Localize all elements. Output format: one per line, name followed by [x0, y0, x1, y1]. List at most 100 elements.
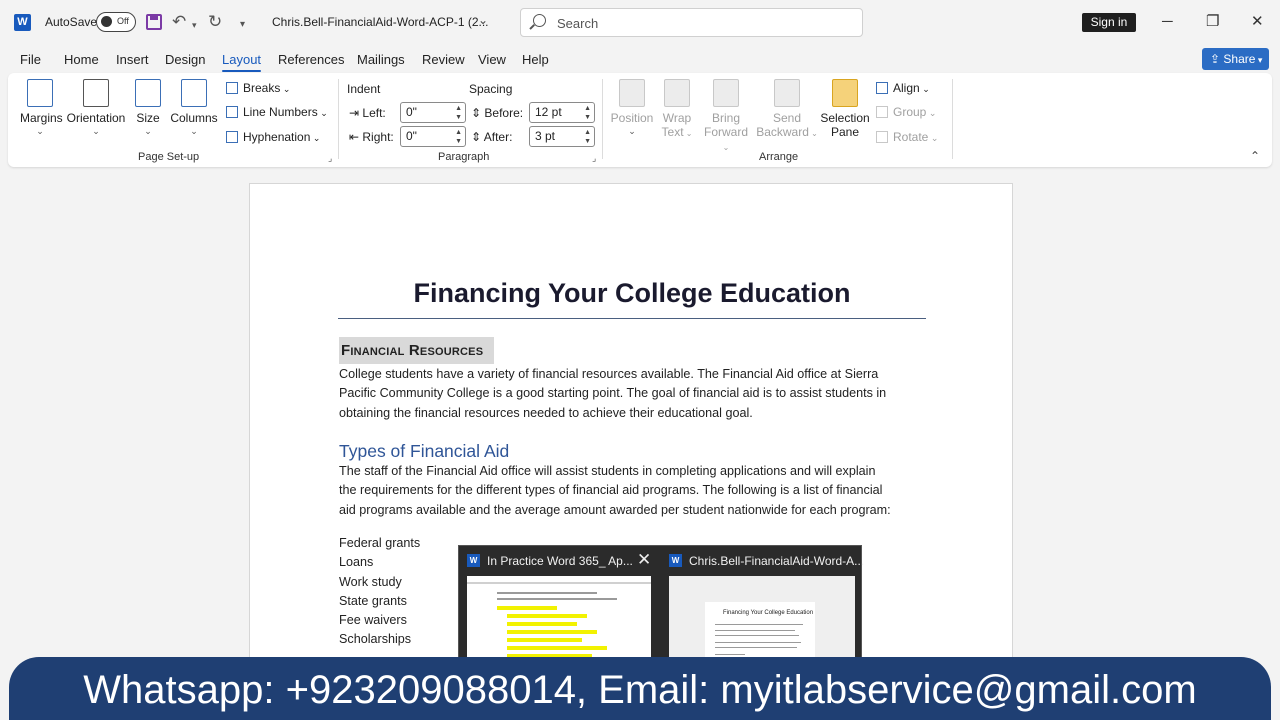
hyphenation-label: Hyphenation [243, 130, 311, 144]
word-app-icon: W [467, 554, 480, 567]
tab-layout[interactable]: Layout [222, 52, 262, 72]
chevron-down-icon: ⌄ [92, 126, 100, 136]
group-button[interactable]: Group ⌄ [876, 105, 936, 119]
group-divider [952, 79, 953, 159]
wrap-text-button[interactable]: Wrap Text ⌄ [658, 79, 696, 139]
rotate-icon [876, 131, 888, 143]
align-label: Align [893, 81, 920, 95]
tab-mailings[interactable]: Mailings [357, 52, 405, 67]
bring-forward-button[interactable]: Bring Forward ⌄ [700, 79, 752, 153]
page-setup-launcher-icon[interactable]: ⌟ [328, 153, 332, 164]
paragraph-group-label: Paragraph [438, 151, 490, 163]
chevron-down-icon: ⌄ [317, 108, 328, 118]
tab-review[interactable]: Review [422, 52, 465, 67]
paragraph-2-line-3: aid programs available and the average a… [339, 502, 891, 517]
close-icon[interactable]: ✕ [637, 550, 651, 570]
tab-references[interactable]: References [278, 52, 344, 67]
paragraph-1-line-3: obtaining the financial resources needed… [339, 405, 753, 420]
line-numbers-icon [226, 106, 238, 118]
chevron-down-icon[interactable]: ⌄ [478, 13, 488, 27]
tab-view[interactable]: View [478, 52, 506, 67]
sign-in-button[interactable]: Sign in [1082, 13, 1136, 32]
share-button[interactable]: ⇪ Share ▾ [1202, 48, 1269, 70]
chevron-down-icon: ⌄ [926, 108, 937, 118]
search-box[interactable] [520, 8, 863, 37]
indent-right-label: ⇤ Right: [349, 130, 394, 144]
tab-file[interactable]: File [20, 52, 41, 67]
margins-icon [27, 79, 53, 107]
spinner-arrows-icon[interactable]: ▲ ▼ [455, 104, 462, 122]
bring-forward-label: Bring [711, 111, 740, 125]
paragraph-1: College students have a variety of finan… [339, 365, 929, 423]
tab-help[interactable]: Help [522, 52, 549, 67]
list-item: Loans [339, 555, 374, 570]
document-title[interactable]: Chris.Bell-FinancialAid-Word-ACP-1 (2... [272, 15, 489, 29]
preview-window-1-title: In Practice Word 365_ Ap... [487, 554, 633, 568]
position-button[interactable]: Position ⌄ [610, 79, 654, 137]
columns-label: Columns [170, 111, 218, 125]
toggle-knob-icon [101, 16, 112, 27]
autosave-state: Off [117, 16, 129, 26]
columns-button[interactable]: Columns ⌄ [170, 79, 218, 137]
title-bar: W AutoSave Off ↶ ▾ ↻ ▾ Chris.Bell-Financ… [0, 0, 1280, 45]
hyphenation-icon [226, 131, 238, 143]
breaks-icon [226, 82, 238, 94]
close-icon[interactable]: ✕ [1251, 12, 1264, 32]
save-icon[interactable] [146, 14, 162, 30]
tab-insert[interactable]: Insert [116, 52, 149, 67]
chevron-down-icon: ⌄ [628, 126, 636, 136]
autosave-label: AutoSave [45, 15, 98, 29]
selection-pane-icon [832, 79, 858, 107]
preview-window-2-title: Chris.Bell-FinancialAid-Word-A... [689, 554, 865, 568]
search-icon [533, 14, 546, 27]
size-button[interactable]: Size ⌄ [132, 79, 164, 137]
customize-toolbar-icon[interactable]: ▾ [240, 15, 245, 35]
spinner-arrows-icon[interactable]: ▲ ▼ [455, 128, 462, 146]
contact-banner: Whatsapp: +923209088014, Email: myitlabs… [9, 657, 1271, 720]
undo-icon[interactable]: ↶ [172, 12, 186, 32]
chevron-down-icon: ⌄ [722, 143, 730, 152]
search-input[interactable] [557, 13, 847, 33]
paragraph-1-line-1: College students have a variety of finan… [339, 367, 879, 381]
redo-icon[interactable]: ↻ [208, 12, 222, 32]
preview-window-1[interactable]: W In Practice Word 365_ Ap... ✕ [459, 546, 659, 661]
hyphenation-button[interactable]: Hyphenation ⌄ [226, 130, 320, 144]
preview-thumbnail-1 [467, 576, 651, 661]
rotate-button[interactable]: Rotate ⌄ [876, 130, 938, 144]
tab-home[interactable]: Home [64, 52, 99, 67]
spacing-after-input[interactable]: 3 pt ▲ ▼ [529, 126, 595, 147]
spinner-arrows-icon[interactable]: ▲ ▼ [584, 128, 591, 146]
minimize-icon[interactable]: ─ [1162, 12, 1173, 32]
indent-right-input[interactable]: 0" ▲ ▼ [400, 126, 466, 147]
send-backward-button[interactable]: Send Backward ⌄ [756, 79, 818, 139]
spacing-before-label: ⇕ Before: [471, 106, 524, 120]
align-button[interactable]: Align ⌄ [876, 81, 930, 95]
orientation-label: Orientation [66, 111, 126, 125]
tab-design[interactable]: Design [165, 52, 205, 67]
indent-left-input[interactable]: 0" ▲ ▼ [400, 102, 466, 123]
collapse-ribbon-icon[interactable]: ⌃ [1250, 149, 1260, 163]
line-numbers-button[interactable]: Line Numbers ⌄ [226, 105, 328, 119]
paragraph-launcher-icon[interactable]: ⌟ [592, 153, 596, 164]
preview-window-2[interactable]: W Chris.Bell-FinancialAid-Word-A... Fina… [661, 546, 865, 661]
list-item: State grants [339, 593, 407, 608]
breaks-button[interactable]: Breaks ⌄ [226, 81, 290, 95]
title-underline [338, 318, 926, 319]
ribbon-tabs: File Home Insert Design Layout Reference… [0, 46, 1280, 73]
spacing-before-icon: ⇕ [471, 106, 485, 120]
selection-pane-button[interactable]: Selection Pane [820, 79, 870, 139]
undo-dropdown-icon[interactable]: ▾ [192, 15, 197, 35]
send-backward-label-2: Backward [756, 125, 809, 139]
orientation-button[interactable]: Orientation ⌄ [66, 79, 126, 137]
chevron-down-icon: ⌄ [310, 133, 321, 143]
restore-icon[interactable]: ❐ [1206, 12, 1219, 32]
list-item: Federal grants [339, 536, 421, 550]
autosave-toggle[interactable]: Off [96, 12, 136, 32]
chevron-down-icon: ⌄ [36, 126, 44, 136]
margins-button[interactable]: Margins ⌄ [20, 79, 63, 137]
bring-forward-label-2: Forward [703, 125, 748, 139]
spinner-arrows-icon[interactable]: ▲ ▼ [584, 104, 591, 122]
spacing-before-input[interactable]: 12 pt ▲ ▼ [529, 102, 595, 123]
list-item: Scholarships [339, 632, 412, 647]
list-item: Fee waivers [339, 613, 407, 628]
